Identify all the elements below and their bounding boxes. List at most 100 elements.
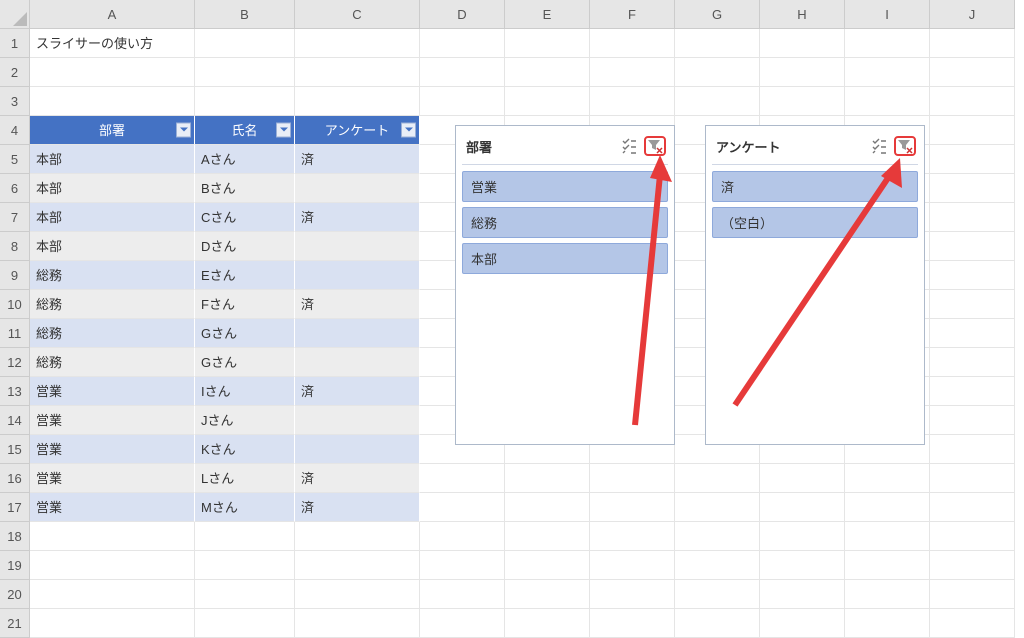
cell[interactable] [930,551,1015,580]
filter-dropdown-icon[interactable] [176,123,191,138]
row-header[interactable]: 5 [0,145,30,174]
cell[interactable] [675,580,760,609]
cell[interactable] [760,58,845,87]
table-cell[interactable]: 済 [295,493,420,522]
column-header[interactable]: F [590,0,675,29]
table-cell[interactable] [295,261,420,290]
cell[interactable] [845,580,930,609]
table-cell[interactable]: 営業 [30,435,195,464]
table-cell[interactable]: 総務 [30,319,195,348]
row-header[interactable]: 18 [0,522,30,551]
table-cell[interactable]: Eさん [195,261,295,290]
cell[interactable] [505,609,590,638]
cell[interactable] [420,522,505,551]
cell[interactable] [930,348,1015,377]
column-header[interactable]: J [930,0,1015,29]
cell[interactable] [590,87,675,116]
title-cell[interactable]: スライサーの使い方 [30,29,195,58]
table-cell[interactable]: 営業 [30,406,195,435]
multi-select-icon[interactable] [868,136,890,156]
cell[interactable] [675,29,760,58]
row-header[interactable]: 8 [0,232,30,261]
row-header[interactable]: 1 [0,29,30,58]
cell[interactable] [845,522,930,551]
table-cell[interactable]: Aさん [195,145,295,174]
table-cell[interactable]: 済 [295,203,420,232]
cell[interactable] [295,522,420,551]
cell[interactable] [930,580,1015,609]
cell[interactable] [30,551,195,580]
cell[interactable] [675,87,760,116]
cell[interactable] [30,522,195,551]
cell[interactable] [675,58,760,87]
column-header[interactable]: B [195,0,295,29]
table-cell[interactable]: Iさん [195,377,295,406]
row-header[interactable]: 20 [0,580,30,609]
cell[interactable] [30,580,195,609]
slicer-item[interactable]: 済 [712,171,918,202]
cell[interactable] [930,116,1015,145]
table-cell[interactable] [295,174,420,203]
cell[interactable] [30,609,195,638]
table-cell[interactable]: Cさん [195,203,295,232]
cell[interactable] [195,551,295,580]
column-header[interactable]: I [845,0,930,29]
column-header[interactable]: D [420,0,505,29]
table-cell[interactable]: 本部 [30,232,195,261]
cell[interactable] [420,580,505,609]
cell[interactable] [930,406,1015,435]
cell[interactable] [590,29,675,58]
table-cell[interactable]: Bさん [195,174,295,203]
row-header[interactable]: 15 [0,435,30,464]
row-header[interactable]: 4 [0,116,30,145]
cell[interactable] [195,87,295,116]
cell[interactable] [420,58,505,87]
table-cell[interactable]: 総務 [30,290,195,319]
cell[interactable] [420,87,505,116]
cell[interactable] [295,551,420,580]
cell[interactable] [760,493,845,522]
table-cell[interactable]: 本部 [30,174,195,203]
table-cell[interactable]: 済 [295,464,420,493]
table-cell[interactable] [295,435,420,464]
cell[interactable] [590,493,675,522]
cell[interactable] [930,58,1015,87]
cell[interactable] [930,145,1015,174]
cell[interactable] [590,464,675,493]
row-header[interactable]: 6 [0,174,30,203]
table-cell[interactable] [295,406,420,435]
cell[interactable] [505,87,590,116]
slicer-item[interactable]: 営業 [462,171,668,202]
cell[interactable] [30,58,195,87]
cell[interactable] [505,522,590,551]
table-cell[interactable]: Gさん [195,348,295,377]
cell[interactable] [420,464,505,493]
cell[interactable] [590,522,675,551]
table-cell[interactable]: 済 [295,377,420,406]
cell[interactable] [675,551,760,580]
cell[interactable] [505,580,590,609]
cell[interactable] [845,58,930,87]
cell[interactable] [930,203,1015,232]
table-cell[interactable]: 本部 [30,145,195,174]
cell[interactable] [930,29,1015,58]
cell[interactable] [760,29,845,58]
cell[interactable] [930,377,1015,406]
cell[interactable] [760,551,845,580]
row-header[interactable]: 7 [0,203,30,232]
cell[interactable] [930,435,1015,464]
row-header[interactable]: 12 [0,348,30,377]
cell[interactable] [420,29,505,58]
cell[interactable] [590,551,675,580]
cell[interactable] [420,551,505,580]
table-cell[interactable]: Lさん [195,464,295,493]
cell[interactable] [505,551,590,580]
row-header[interactable]: 17 [0,493,30,522]
cell[interactable] [845,609,930,638]
row-header[interactable]: 10 [0,290,30,319]
slicer-item[interactable]: （空白） [712,207,918,238]
row-header[interactable]: 19 [0,551,30,580]
column-header[interactable]: H [760,0,845,29]
cell[interactable] [760,522,845,551]
cell[interactable] [930,87,1015,116]
